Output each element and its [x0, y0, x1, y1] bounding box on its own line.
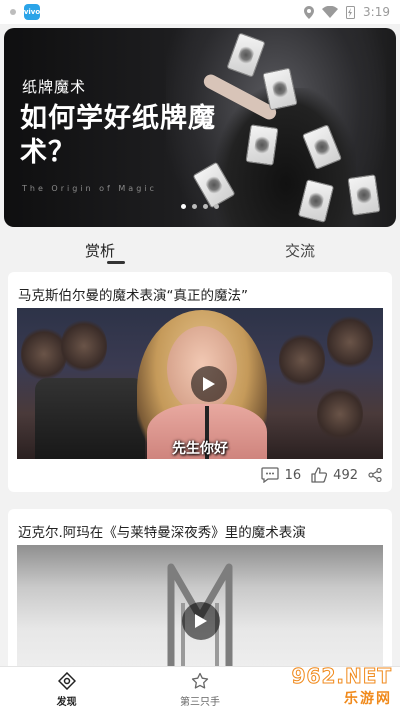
banner-subtitle: 纸牌魔术	[22, 78, 87, 96]
tab-exchange[interactable]: 交流	[200, 234, 400, 266]
nav-item-discover[interactable]: 发现	[0, 667, 133, 712]
audience-member	[279, 332, 325, 388]
like-count: 492	[333, 467, 358, 483]
banner-title: 如何学好纸牌魔术？	[20, 103, 216, 168]
audience-member	[61, 318, 107, 374]
play-button[interactable]	[182, 602, 220, 640]
active-tab-indicator	[107, 261, 125, 264]
video-thumbnail[interactable]: 先生你好	[17, 308, 383, 459]
nav-item-third-hand[interactable]: 第三只手	[133, 667, 266, 712]
status-bar: vivo 3:19	[0, 0, 400, 24]
location-icon	[304, 5, 315, 19]
watermark-name: 乐游网	[344, 691, 392, 707]
share-icon[interactable]	[368, 468, 382, 482]
video-title[interactable]: 迈克尔.阿玛在《与莱特曼深夜秀》里的魔术表演	[18, 521, 306, 541]
watermark-domain: 962.NET	[291, 664, 392, 689]
video-card[interactable]: 迈克尔.阿玛在《与莱特曼深夜秀》里的魔术表演	[8, 509, 392, 684]
video-card[interactable]: 马克斯伯尔曼的魔术表演“真正的魔法” 先生你好 16 492	[8, 272, 392, 492]
carousel-dot[interactable]	[181, 204, 186, 209]
status-right: 3:19	[304, 5, 390, 19]
content-tabs: 赏析 交流	[0, 234, 400, 266]
banner-caption: The Origin of Magic	[22, 184, 157, 193]
carousel-dot[interactable]	[203, 204, 208, 209]
play-button[interactable]	[191, 366, 227, 402]
battery-charging-icon	[346, 6, 356, 19]
status-time: 3:19	[363, 5, 390, 19]
banner-carousel[interactable]: 纸牌魔术 如何学好纸牌魔术？ The Origin of Magic	[4, 28, 396, 227]
judge-chair	[35, 378, 145, 459]
audience-member	[327, 314, 373, 370]
playing-card-icon	[245, 124, 279, 166]
comment-count: 16	[284, 467, 302, 483]
carousel-indicator	[181, 204, 219, 209]
status-left: vivo	[10, 4, 40, 20]
nav-item-label: 发现	[56, 696, 77, 708]
carousel-dot[interactable]	[214, 204, 219, 209]
audience-member	[21, 326, 67, 382]
video-subtitle-caption: 先生你好	[172, 441, 228, 457]
play-icon	[203, 377, 215, 391]
carousel-dot[interactable]	[192, 204, 197, 209]
nav-item-label: 第三只手	[179, 696, 220, 708]
like-icon[interactable]	[311, 467, 328, 483]
playing-card-icon	[347, 174, 381, 216]
tab-appreciate[interactable]: 赏析	[0, 234, 200, 266]
video-meta: 16 492	[260, 467, 382, 483]
audience-member	[317, 386, 363, 442]
compass-icon	[57, 671, 76, 690]
star-icon	[191, 672, 209, 689]
play-icon	[195, 614, 207, 628]
notification-dot-icon	[10, 9, 16, 15]
site-watermark: 962.NET 乐游网	[262, 663, 396, 709]
app-badge-icon: vivo	[24, 4, 40, 20]
comment-icon[interactable]	[260, 467, 279, 483]
wifi-icon	[322, 6, 339, 18]
video-title[interactable]: 马克斯伯尔曼的魔术表演“真正的魔法”	[18, 284, 248, 304]
